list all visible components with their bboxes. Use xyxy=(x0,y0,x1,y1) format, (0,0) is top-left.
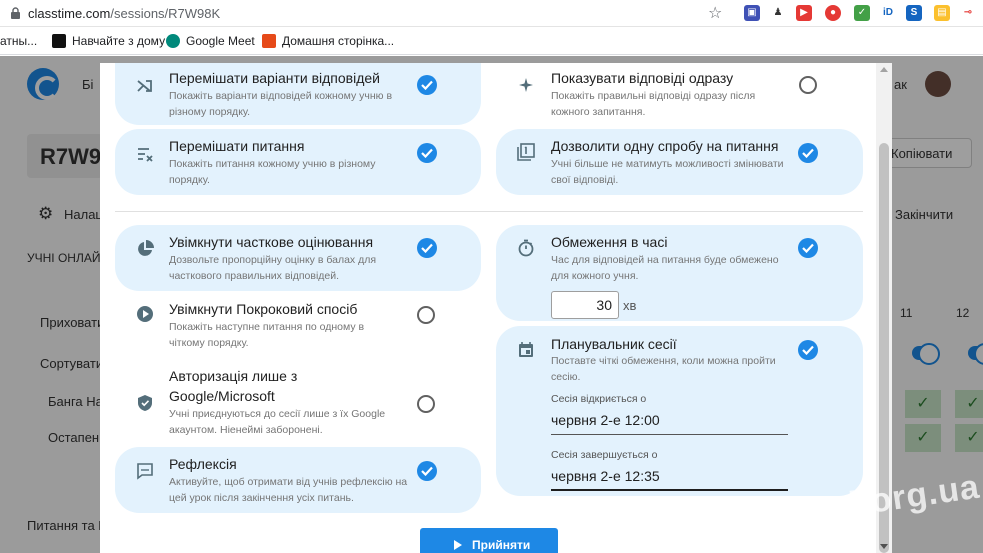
time-limit-minutes-input[interactable]: 30 xyxy=(551,291,619,319)
session-opens-underline xyxy=(551,434,788,435)
option-description: Покажіть наступне питання по одному в чі… xyxy=(169,321,365,349)
extension-icon[interactable]: ▤ xyxy=(934,5,950,21)
accept-button[interactable]: Прийняти xyxy=(420,528,558,553)
time-limit-checkbox[interactable] xyxy=(798,238,818,258)
option-description: Покажіть варіанти відповідей кожному учн… xyxy=(169,90,393,118)
url-text[interactable]: classtime.com/sessions/R7W98K xyxy=(28,6,220,21)
step-by-step-checkbox[interactable] xyxy=(417,306,435,324)
option-description: Дозвольте пропорційну оцінку в балах для… xyxy=(169,254,377,282)
session-opens-input[interactable]: червня 2-е 12:00 xyxy=(551,412,660,428)
option-title: Перемішати варіанти відповідей xyxy=(169,70,380,86)
session-closes-underline xyxy=(551,489,788,491)
office-icon xyxy=(262,34,276,48)
bookmark-item[interactable]: Навчайте з дому xyxy=(52,34,165,48)
extension-icon[interactable]: ♟ xyxy=(770,5,786,21)
shield-icon xyxy=(138,395,152,411)
option-title: Перемішати питання xyxy=(169,138,305,154)
extension-icon[interactable]: ⊸ xyxy=(960,5,976,21)
extension-icon[interactable]: ▶ xyxy=(796,5,812,21)
address-bar[interactable]: classtime.com/sessions/R7W98K ☆ ▣ ♟ ▶ ● … xyxy=(0,0,983,27)
one-attempt-icon xyxy=(517,143,535,161)
option-description: Покажіть правильні відповіді одразу післ… xyxy=(551,90,756,118)
sparkle-icon xyxy=(519,78,533,92)
one-attempt-checkbox[interactable] xyxy=(798,143,818,163)
option-title: Увімкнути часткове оцінювання xyxy=(169,234,374,250)
section-divider xyxy=(115,211,863,212)
bookmarks-bar: атны... Навчайте з дому Google Meet Дома… xyxy=(0,27,983,55)
shuffle-icon xyxy=(137,80,152,92)
option-description: Активуйте, щоб отримати від учнів рефлек… xyxy=(169,476,408,504)
minutes-unit-label: хв xyxy=(623,298,637,313)
bookmark-star-icon[interactable]: ☆ xyxy=(708,3,722,23)
option-title: Планувальник сесії xyxy=(551,336,677,352)
option-title: Дозволити одну спробу на питання xyxy=(551,138,779,154)
calendar-icon xyxy=(519,342,533,357)
shuffle-questions-checkbox[interactable] xyxy=(417,143,437,163)
extension-icon[interactable]: S xyxy=(906,5,922,21)
reflection-checkbox[interactable] xyxy=(417,461,437,481)
partial-grading-checkbox[interactable] xyxy=(417,238,437,258)
bookmark-item[interactable]: атны... xyxy=(0,34,37,48)
lock-icon xyxy=(11,7,20,19)
session-closes-input[interactable]: червня 2-е 12:35 xyxy=(551,468,660,484)
option-description: Поставте чіткі обмеження, коли можна про… xyxy=(551,355,776,383)
shuffle-answers-checkbox[interactable] xyxy=(417,75,437,95)
google-meet-icon xyxy=(166,34,180,48)
shuffle-questions-icon xyxy=(138,148,153,162)
option-description: Час для відповідей на питання буде обмеж… xyxy=(551,254,779,282)
scheduler-checkbox[interactable] xyxy=(798,340,818,360)
bookmark-item[interactable]: Google Meet xyxy=(166,34,255,48)
show-answers-checkbox[interactable] xyxy=(799,76,817,94)
stopwatch-icon xyxy=(518,239,534,257)
option-description: Покажіть питання кожному учню в різному … xyxy=(169,158,376,186)
pie-chart-icon xyxy=(138,240,154,256)
bookmark-item[interactable]: Домашня сторінка... xyxy=(262,34,394,48)
extension-icon[interactable]: ✓ xyxy=(854,5,870,21)
chat-icon xyxy=(137,463,153,480)
google-auth-checkbox[interactable] xyxy=(417,395,435,413)
play-icon xyxy=(454,540,462,550)
option-description: Учні більше не матимуть можливості зміню… xyxy=(551,158,784,186)
option-title: Увімкнути Покроковий спосіб xyxy=(169,301,358,317)
option-title: Показувати відповіді одразу xyxy=(551,70,734,86)
extension-icon[interactable]: ▣ xyxy=(744,5,760,21)
session-opens-label: Сесія відкриється о xyxy=(551,393,647,405)
extension-icon[interactable]: iD xyxy=(880,5,896,21)
session-closes-label: Сесія завершується о xyxy=(551,449,658,461)
scroll-up-icon[interactable] xyxy=(880,67,888,72)
option-description: Учні приєднуються до сесії лише з їх Goo… xyxy=(169,408,386,436)
option-title: Обмеження в часі xyxy=(551,234,668,250)
option-title: Авторизація лише з xyxy=(169,368,298,384)
extension-icon[interactable]: ● xyxy=(825,5,841,21)
bookmark-favicon-icon xyxy=(52,34,66,48)
option-title: Рефлексія xyxy=(169,456,237,472)
play-circle-icon xyxy=(137,306,153,322)
option-title: Google/Microsoft xyxy=(169,388,275,404)
